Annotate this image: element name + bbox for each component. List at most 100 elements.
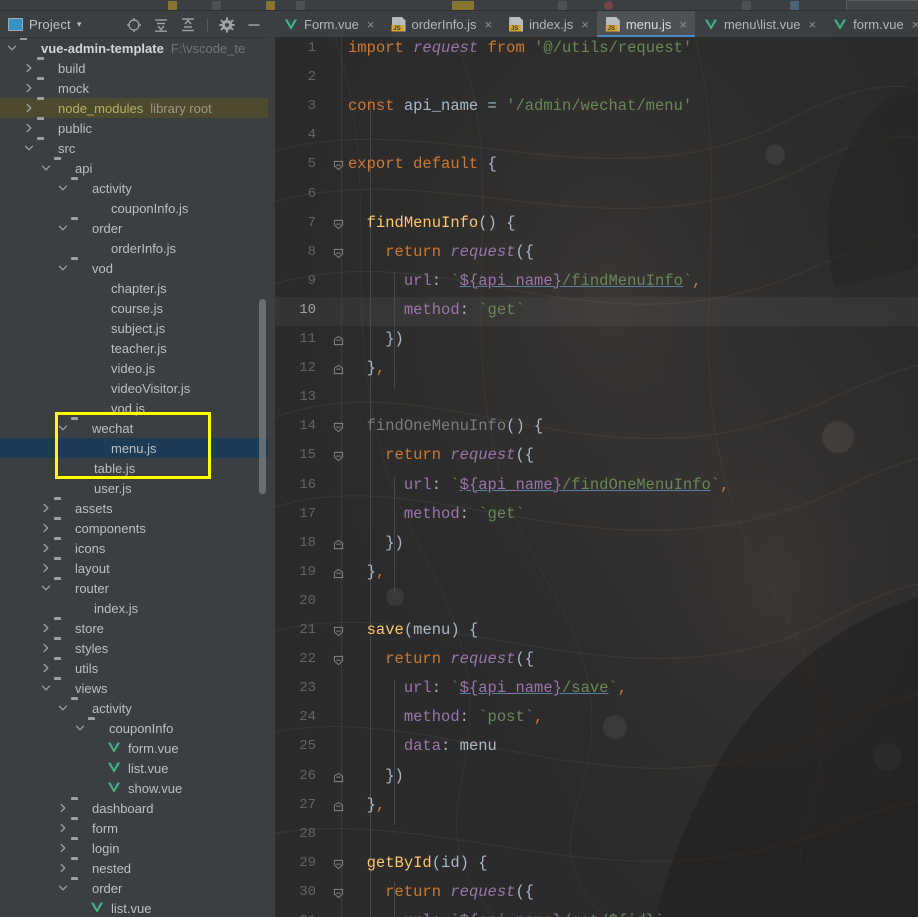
tree-folder-login[interactable]: login (0, 838, 268, 858)
chevron-right-icon[interactable] (57, 822, 69, 834)
chevron-right-icon[interactable] (23, 82, 35, 94)
tree-folder-store[interactable]: store (0, 618, 268, 638)
editor-tab-menu-list-vue[interactable]: menu\list.vue × (695, 11, 824, 37)
tree-folder-nested[interactable]: nested (0, 858, 268, 878)
toolbar-icon-8[interactable] (742, 1, 751, 10)
code-line[interactable]: return request({ (348, 446, 534, 464)
code-line[interactable]: url: `${api_name}/get/${id}` (348, 912, 664, 917)
line-number[interactable]: 4 (276, 127, 316, 143)
chevron-down-icon[interactable] (57, 422, 69, 434)
line-number[interactable]: 6 (276, 186, 316, 202)
line-number[interactable]: 7 (276, 215, 316, 231)
chevron-right-icon[interactable] (40, 542, 52, 554)
chevron-down-icon[interactable] (57, 262, 69, 274)
tree-folder-build[interactable]: build (0, 58, 268, 78)
tree-folder-node-modules[interactable]: node_modules library root (0, 98, 268, 118)
tree-file-chapter-js[interactable]: chapter.js (0, 278, 268, 298)
line-number[interactable]: 12 (276, 360, 316, 376)
tree-folder-form[interactable]: form (0, 818, 268, 838)
chevron-down-icon[interactable] (74, 722, 86, 734)
tree-folder-activity[interactable]: activity (0, 178, 268, 198)
code-line[interactable]: export default { (348, 155, 497, 173)
line-number[interactable]: 18 (276, 535, 316, 551)
editor-tab-menu-js[interactable]: menu.js × (596, 11, 696, 37)
project-select-icon[interactable] (126, 17, 142, 33)
line-number[interactable]: 11 (276, 331, 316, 347)
chevron-down-icon[interactable] (23, 142, 35, 154)
tree-file-teacher-js[interactable]: teacher.js (0, 338, 268, 358)
tree-file-table-js[interactable]: table.js (0, 458, 268, 478)
tree-folder-styles[interactable]: styles (0, 638, 268, 658)
chevron-right-icon[interactable] (40, 662, 52, 674)
tree-file-videovisitor-js[interactable]: videoVisitor.js (0, 378, 268, 398)
fold-end-icon[interactable] (333, 335, 344, 346)
toolbar-icon-6[interactable] (558, 1, 567, 10)
code-line[interactable]: }, (348, 796, 386, 814)
line-number[interactable]: 26 (276, 768, 316, 784)
tree-folder-wechat[interactable]: wechat (0, 418, 268, 438)
code-line[interactable]: findOneMenuInfo() { (348, 417, 544, 435)
tree-folder-couponinfo[interactable]: couponInfo (0, 718, 268, 738)
editor-tab-index-js[interactable]: index.js × (500, 11, 597, 37)
fold-end-icon[interactable] (333, 568, 344, 579)
code-line[interactable]: save(menu) { (348, 621, 479, 639)
tree-folder-vod[interactable]: vod (0, 258, 268, 278)
line-number[interactable]: 14 (276, 418, 316, 434)
tree-folder-src[interactable]: src (0, 138, 268, 158)
tree-folder-mock[interactable]: mock (0, 78, 268, 98)
chevron-right-icon[interactable] (40, 622, 52, 634)
tree-folder-order[interactable]: order (0, 878, 268, 898)
tree-file-orderinfo-js[interactable]: orderInfo.js (0, 238, 268, 258)
chevron-right-icon[interactable] (40, 562, 52, 574)
chevron-right-icon[interactable] (23, 62, 35, 74)
code-line[interactable]: data: menu (348, 737, 497, 755)
code-line[interactable]: url: `${api_name}/findMenuInfo`, (348, 272, 702, 290)
tree-folder-vue-admin-template[interactable]: vue-admin-template F:\vscode_te (0, 38, 268, 58)
code-line[interactable]: url: `${api_name}/findOneMenuInfo`, (348, 476, 730, 494)
close-icon[interactable]: × (809, 18, 817, 31)
chevron-down-icon[interactable] (40, 582, 52, 594)
tree-file-couponinfo-js[interactable]: couponInfo.js (0, 198, 268, 218)
line-number[interactable]: 30 (276, 884, 316, 900)
code-line[interactable]: getById(id) { (348, 854, 488, 872)
line-number[interactable]: 10 (276, 302, 316, 318)
code-line[interactable]: const api_name = '/admin/wechat/menu' (348, 97, 692, 115)
tree-folder-layout[interactable]: layout (0, 558, 268, 578)
line-number[interactable]: 22 (276, 651, 316, 667)
fold-expanded-icon[interactable] (333, 160, 344, 171)
line-number[interactable]: 1 (276, 40, 316, 56)
toolbar-icon-9[interactable] (790, 1, 799, 10)
tree-file-list-vue[interactable]: list.vue (0, 758, 268, 778)
line-number[interactable]: 2 (276, 69, 316, 85)
tree-file-subject-js[interactable]: subject.js (0, 318, 268, 338)
line-number[interactable]: 21 (276, 622, 316, 638)
fold-expanded-icon[interactable] (333, 626, 344, 637)
editor-tab-orderinfo-js[interactable]: orderInfo.js × (383, 11, 501, 37)
line-number[interactable]: 28 (276, 826, 316, 842)
code-editor[interactable]: 1 2 3 4 5 6 7 8 9 10 11 12 13 14 15 16 17 18 19 20 21 22 23 24 2… (275, 37, 918, 917)
chevron-right-icon[interactable] (40, 522, 52, 534)
line-number[interactable]: 20 (276, 593, 316, 609)
code-line[interactable]: }, (348, 359, 386, 377)
panel-splitter[interactable] (268, 11, 275, 917)
tree-folder-public[interactable]: public (0, 118, 268, 138)
toolbar-icon-4[interactable] (296, 1, 305, 10)
tree-file-show-vue[interactable]: show.vue (0, 778, 268, 798)
tree-folder-dashboard[interactable]: dashboard (0, 798, 268, 818)
expand-all-icon[interactable] (153, 17, 169, 33)
tree-folder-router[interactable]: router (0, 578, 268, 598)
fold-end-icon[interactable] (333, 772, 344, 783)
chevron-down-icon[interactable]: ▾ (77, 19, 82, 29)
line-number[interactable]: 17 (276, 506, 316, 522)
settings-gear-icon[interactable] (219, 16, 235, 33)
code-line[interactable]: method: `get` (348, 301, 525, 319)
close-icon[interactable]: × (581, 18, 589, 31)
code-line[interactable]: return request({ (348, 650, 534, 668)
fold-end-icon[interactable] (333, 801, 344, 812)
line-number[interactable]: 5 (276, 156, 316, 172)
fold-expanded-icon[interactable] (333, 451, 344, 462)
project-file-tree[interactable]: vue-admin-template F:\vscode_te build mock n… (0, 38, 268, 917)
line-number[interactable]: 13 (276, 389, 316, 405)
line-number-gutter[interactable]: 1 2 3 4 5 6 7 8 9 10 11 12 13 14 15 16 17 18 19 20 21 22 23 24 2… (275, 37, 338, 917)
fold-expanded-icon[interactable] (333, 859, 344, 870)
